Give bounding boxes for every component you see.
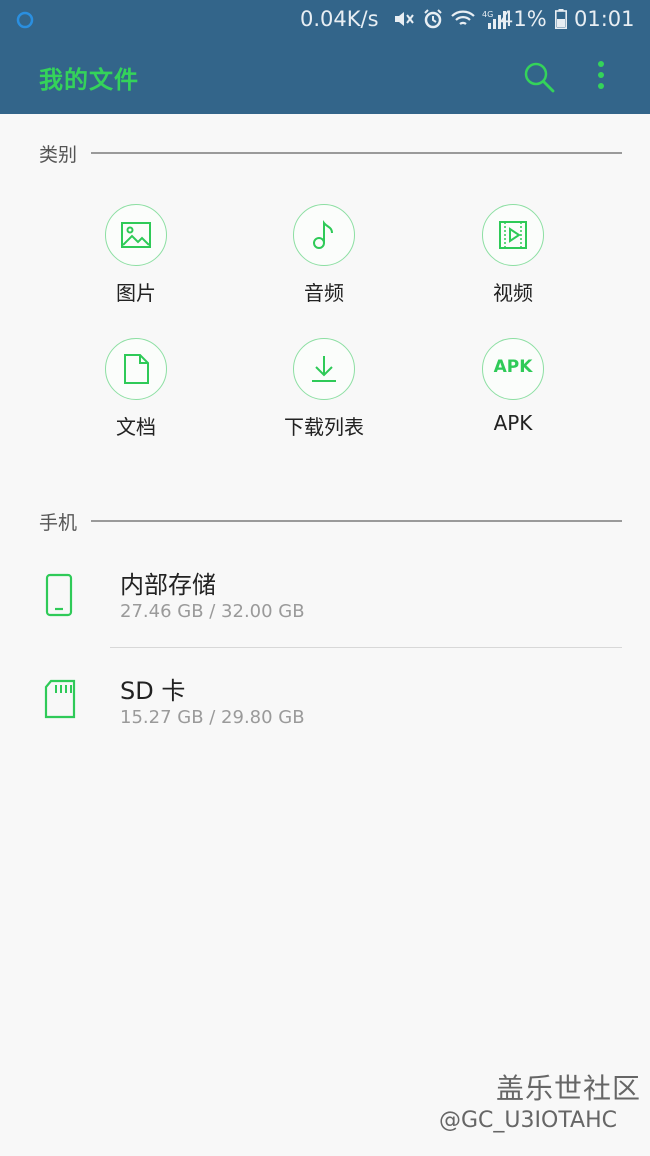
- wifi-icon: [451, 10, 475, 25]
- category-icon-circle: [105, 204, 167, 266]
- category-icon-circle: [293, 338, 355, 400]
- category-label: 视频: [493, 281, 533, 305]
- category-icon-circle: [293, 204, 355, 266]
- category-images[interactable]: 图片: [67, 204, 207, 319]
- category-apk[interactable]: APK APK: [444, 338, 584, 453]
- apk-icon: APK: [482, 338, 544, 400]
- search-icon[interactable]: [522, 60, 556, 94]
- category-audio[interactable]: 音频: [255, 204, 395, 319]
- storage-size: 15.27 GB / 29.80 GB: [120, 707, 305, 728]
- svg-text:4G: 4G: [482, 10, 493, 19]
- category-icon-circle: [105, 338, 167, 400]
- clock: 01:01: [574, 7, 635, 31]
- divider: [91, 152, 622, 154]
- categories-header-label: 类别: [39, 144, 78, 166]
- mute-icon: [395, 12, 414, 26]
- document-icon: [124, 354, 149, 384]
- category-icon-circle: [482, 204, 544, 266]
- page-title: 我的文件: [39, 66, 139, 94]
- divider: [91, 520, 622, 522]
- watermark-user: @GC_U3IOTAHC: [439, 1108, 617, 1133]
- category-label: 文档: [116, 415, 156, 439]
- storage-sd-card[interactable]: SD 卡 15.27 GB / 29.80 GB: [0, 671, 650, 761]
- music-note-icon: [313, 220, 333, 249]
- category-documents[interactable]: 文档: [67, 338, 207, 453]
- categories-header: 类别: [39, 138, 622, 168]
- category-label: 音频: [304, 281, 344, 305]
- phone-header-label: 手机: [39, 512, 78, 534]
- phone-icon: [45, 573, 73, 617]
- download-icon: [312, 356, 336, 382]
- alarm-icon: [424, 9, 442, 29]
- app-bar: 我的文件: [0, 38, 650, 114]
- category-label: 下载列表: [284, 415, 364, 439]
- category-downloads[interactable]: 下载列表: [255, 338, 395, 453]
- storage-size: 27.46 GB / 32.00 GB: [120, 601, 305, 622]
- watermark-title: 盖乐世社区: [496, 1072, 642, 1105]
- video-icon: [499, 221, 527, 249]
- sd-card-icon: [44, 679, 76, 719]
- phone-header: 手机: [39, 506, 622, 536]
- assistant-icon: [16, 11, 34, 29]
- image-icon: [121, 222, 151, 248]
- battery-icon: [555, 9, 567, 29]
- storage-name: 内部存储: [120, 571, 216, 599]
- status-bar: 0.04K/s 4G 41% 01:01: [0, 0, 650, 38]
- battery-percent: 41%: [500, 7, 547, 31]
- category-label: 图片: [116, 281, 156, 305]
- storage-internal[interactable]: 内部存储 27.46 GB / 32.00 GB: [0, 565, 650, 655]
- network-speed: 0.04K/s: [300, 7, 379, 31]
- category-label: APK: [493, 411, 533, 435]
- category-video[interactable]: 视频: [444, 204, 584, 319]
- list-divider: [110, 647, 622, 648]
- more-options-icon[interactable]: [590, 58, 612, 94]
- apk-icon-text: APK: [493, 357, 533, 377]
- storage-name: SD 卡: [120, 677, 186, 705]
